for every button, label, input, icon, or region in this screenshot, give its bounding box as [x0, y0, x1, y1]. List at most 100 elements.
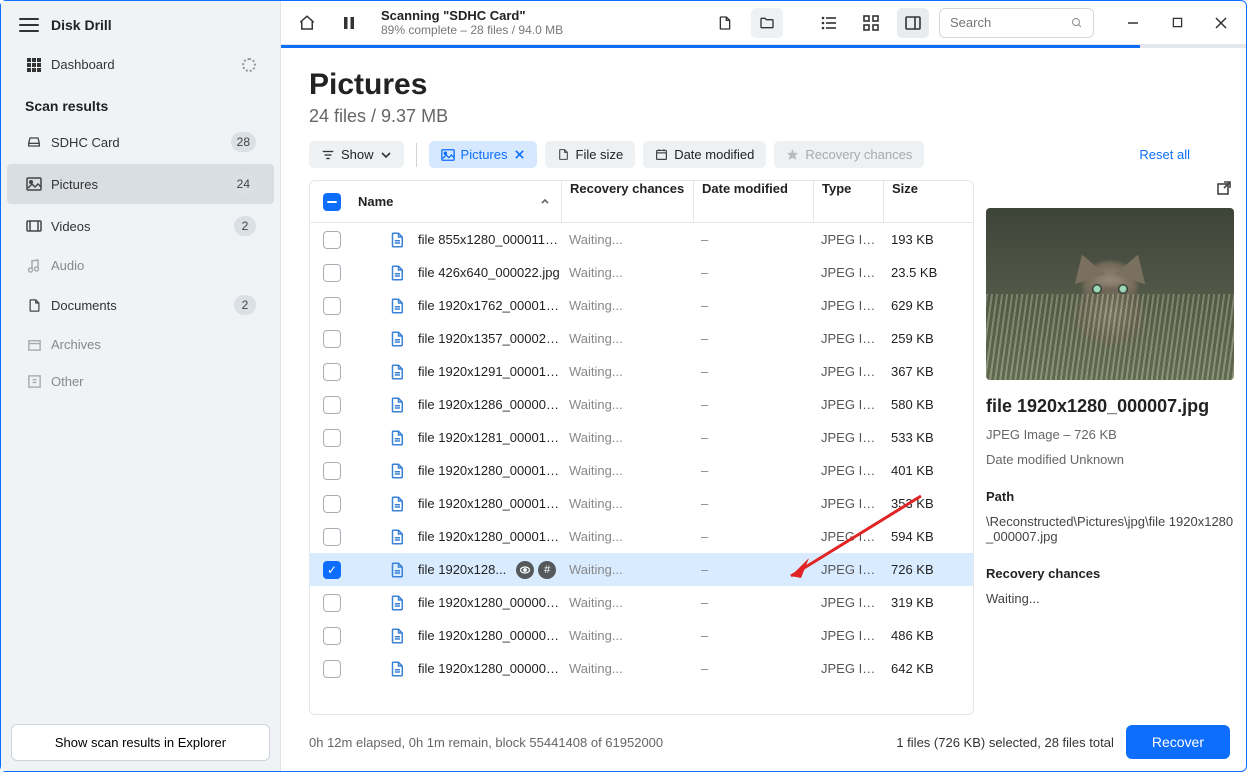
sidebar-item-videos[interactable]: Videos2 [7, 206, 274, 246]
select-all-checkbox[interactable] [323, 193, 341, 211]
chip-filesize[interactable]: File size [545, 141, 636, 168]
sidebar-item-other[interactable]: Other [7, 364, 274, 399]
cell-size: 401 KB [883, 463, 963, 478]
pause-button[interactable] [333, 8, 365, 38]
table-row[interactable]: file 1920x1280_000002....Waiting...–JPEG… [310, 619, 973, 652]
table-row[interactable]: file 1920x1286_000008....Waiting...–JPEG… [310, 388, 973, 421]
column-name[interactable]: Name [354, 194, 561, 209]
chip-recovery[interactable]: Recovery chances [774, 141, 924, 168]
row-checkbox[interactable] [323, 594, 341, 612]
file-name: file 1920x1280_000001.... [418, 661, 561, 676]
column-recovery[interactable]: Recovery chances [561, 181, 693, 223]
cell-type: JPEG Im... [813, 529, 883, 544]
cell-date: – [693, 529, 813, 544]
table-row[interactable]: file 1920x1280_000018....Waiting...–JPEG… [310, 454, 973, 487]
window-maximize-button[interactable] [1162, 8, 1192, 38]
table-row[interactable]: file 1920x1280_000004....Waiting...–JPEG… [310, 586, 973, 619]
sidebar-item-label: Dashboard [51, 57, 115, 72]
table-row[interactable]: file 1920x1280_000014....Waiting...–JPEG… [310, 520, 973, 553]
row-checkbox[interactable] [323, 396, 341, 414]
cell-type: JPEG Im... [813, 430, 883, 445]
file-icon [388, 495, 406, 513]
table-row[interactable]: ✓file 1920x128...#Waiting...–JPEG Im...7… [310, 553, 973, 586]
cell-date: – [693, 496, 813, 511]
window-close-button[interactable] [1206, 8, 1236, 38]
table-header: Name Recovery chances Date modified Type… [310, 181, 973, 223]
grid-icon [25, 56, 43, 74]
details-panel: file 1920x1280_000007.jpg JPEG Image – 7… [986, 180, 1234, 715]
column-date[interactable]: Date modified [693, 181, 813, 223]
table-row[interactable]: file 1920x1280_000016....Waiting...–JPEG… [310, 487, 973, 520]
cell-size: 259 KB [883, 331, 963, 346]
row-checkbox[interactable] [323, 297, 341, 315]
row-checkbox[interactable] [323, 264, 341, 282]
row-checkbox[interactable] [323, 330, 341, 348]
sidebar-item-archives[interactable]: Archives [7, 327, 274, 362]
chip-datemodified[interactable]: Date modified [643, 141, 766, 168]
hex-action-icon[interactable]: # [538, 561, 556, 579]
column-type[interactable]: Type [813, 181, 883, 223]
file-button[interactable] [709, 8, 741, 38]
picture-icon [441, 148, 455, 162]
sidebar-item-documents[interactable]: Documents2 [7, 285, 274, 325]
cell-size: 533 KB [883, 430, 963, 445]
close-icon[interactable] [514, 149, 525, 160]
table-row[interactable]: file 426x640_000022.jpgWaiting...–JPEG I… [310, 256, 973, 289]
table-row[interactable]: file 855x1280_000011.j...Waiting...–JPEG… [310, 223, 973, 256]
sidebar-item-audio[interactable]: Audio [7, 248, 274, 283]
chip-pictures[interactable]: Pictures [429, 141, 537, 168]
topbar: Scanning "SDHC Card" 89% complete – 28 f… [281, 1, 1246, 45]
window-minimize-button[interactable] [1118, 8, 1148, 38]
star-icon [786, 148, 799, 161]
column-size[interactable]: Size [883, 181, 963, 223]
folder-button[interactable] [751, 8, 783, 38]
row-checkbox[interactable] [323, 528, 341, 546]
preview-action-icon[interactable] [516, 561, 534, 579]
show-button[interactable]: Show [309, 141, 404, 168]
search-input[interactable] [950, 15, 1063, 30]
sidebar-item-label: Documents [51, 298, 117, 313]
menu-button[interactable] [19, 18, 39, 32]
sidebar-item-dashboard[interactable]: Dashboard [7, 47, 274, 82]
row-checkbox[interactable] [323, 462, 341, 480]
cell-type: JPEG Im... [813, 661, 883, 676]
file-icon [388, 231, 406, 249]
table-row[interactable]: file 1920x1280_000001....Waiting...–JPEG… [310, 652, 973, 685]
cell-size: 594 KB [883, 529, 963, 544]
row-checkbox[interactable] [323, 429, 341, 447]
panel-path-label: Path [986, 489, 1234, 504]
cell-size: 193 KB [883, 232, 963, 247]
panel-view-button[interactable] [897, 8, 929, 38]
row-checkbox[interactable] [323, 231, 341, 249]
table-row[interactable]: file 1920x1357_000021....Waiting...–JPEG… [310, 322, 973, 355]
table-row[interactable]: file 1920x1281_000015....Waiting...–JPEG… [310, 421, 973, 454]
sidebar-item-sdhc-card[interactable]: SDHC Card28 [7, 122, 274, 162]
search-box[interactable] [939, 8, 1094, 38]
drive-icon [25, 133, 43, 151]
cell-date: – [693, 331, 813, 346]
show-in-explorer-button[interactable]: Show scan results in Explorer [11, 724, 270, 761]
table-row[interactable]: file 1920x1762_000019....Waiting...–JPEG… [310, 289, 973, 322]
file-name: file 1920x1357_000021.... [418, 331, 561, 346]
sidebar-section-label: Scan results [1, 84, 280, 120]
reset-all-button[interactable]: Reset all [1139, 147, 1190, 162]
grid-view-button[interactable] [855, 8, 887, 38]
cell-date: – [693, 397, 813, 412]
list-view-button[interactable] [813, 8, 845, 38]
row-checkbox[interactable] [323, 363, 341, 381]
table-row[interactable]: file 1920x1291_000017....Waiting...–JPEG… [310, 355, 973, 388]
cell-recovery: Waiting... [561, 397, 693, 412]
panel-recovery-label: Recovery chances [986, 566, 1234, 581]
popout-button[interactable] [1216, 180, 1234, 198]
sidebar-item-pictures[interactable]: Pictures24 [7, 164, 274, 204]
row-checkbox[interactable] [323, 660, 341, 678]
file-icon [388, 396, 406, 414]
row-checkbox[interactable]: ✓ [323, 561, 341, 579]
count-badge: 24 [231, 174, 256, 194]
row-checkbox[interactable] [323, 627, 341, 645]
row-checkbox[interactable] [323, 495, 341, 513]
cell-size: 726 KB [883, 562, 963, 577]
recover-button[interactable]: Recover [1126, 725, 1230, 759]
home-button[interactable] [291, 8, 323, 38]
other-icon [25, 373, 43, 391]
